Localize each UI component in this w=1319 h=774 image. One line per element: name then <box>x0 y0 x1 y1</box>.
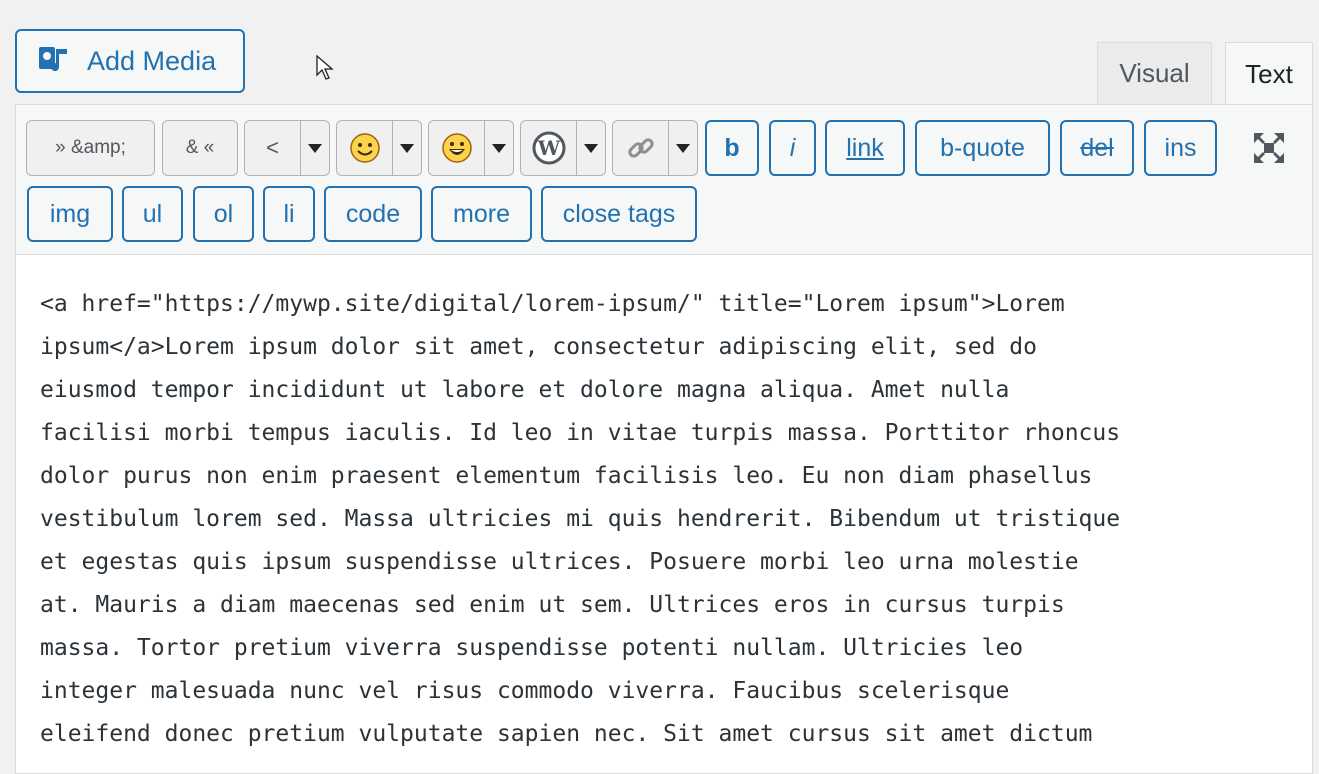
fullscreen-icon[interactable] <box>1251 130 1287 166</box>
mouse-cursor-icon <box>316 55 334 80</box>
li-button[interactable]: li <box>263 186 315 242</box>
link-button[interactable]: link <box>825 120 905 176</box>
img-button[interactable]: img <box>27 186 113 242</box>
chevron-down-icon[interactable] <box>484 121 513 175</box>
ul-button[interactable]: ul <box>122 186 183 242</box>
svg-text:W: W <box>536 136 560 160</box>
content-line: massa. Tortor pretium viverra suspendiss… <box>40 635 1024 661</box>
content-line: dolor purus non enim praesent elementum … <box>40 463 1093 489</box>
grin-icon <box>441 133 472 163</box>
content-line: ipsum</a>Lorem ipsum dolor sit amet, con… <box>40 334 1037 360</box>
chevron-down-icon[interactable] <box>392 121 421 175</box>
italic-button[interactable]: i <box>769 120 816 176</box>
bquote-button[interactable]: b-quote <box>915 120 1050 176</box>
content-line: eleifend donec pretium vulputate sapien … <box>40 721 1093 747</box>
content-line: integer malesuada nunc vel risus commodo… <box>40 678 1010 704</box>
content-line: et egestas quis ipsum suspendisse ultric… <box>40 549 1079 575</box>
chevron-down-icon[interactable] <box>668 121 697 175</box>
link-split-button[interactable] <box>612 120 698 176</box>
del-button[interactable]: del <box>1060 120 1134 176</box>
wordpress-icon: W <box>532 131 565 165</box>
grin-split-button[interactable] <box>428 120 514 176</box>
content-line: facilisi morbi tempus iaculis. Id leo in… <box>40 420 1121 446</box>
smiley-split-button[interactable] <box>336 120 422 176</box>
code-button[interactable]: code <box>324 186 422 242</box>
more-button[interactable]: more <box>431 186 532 242</box>
content-line: eiusmod tempor incididunt ut labore et d… <box>40 377 1010 403</box>
add-media-label: Add Media <box>87 45 217 76</box>
tab-visual[interactable]: Visual <box>1097 42 1212 104</box>
media-icon <box>39 47 67 72</box>
close-tags-button[interactable]: close tags <box>541 186 697 242</box>
content-line: at. Mauris a diam maecenas sed enim ut s… <box>40 592 1065 618</box>
ol-button[interactable]: ol <box>193 186 254 242</box>
bold-button[interactable]: b <box>705 120 759 176</box>
link-chain-icon <box>627 138 654 158</box>
chevron-down-icon[interactable] <box>300 121 329 175</box>
lt-label: < <box>266 135 279 160</box>
add-media-button[interactable]: Add Media <box>15 29 245 93</box>
lt-split-button[interactable]: < <box>244 120 330 176</box>
content-line: vestibulum lorem sed. Massa ultricies mi… <box>40 506 1121 532</box>
content-line: <a href="https://mywp.site/digital/lorem… <box>40 291 1065 317</box>
amp-right-button[interactable]: & « <box>162 120 238 176</box>
content-textarea[interactable]: <a href="https://mywp.site/digital/lorem… <box>15 254 1313 774</box>
ins-button[interactable]: ins <box>1144 120 1217 176</box>
wordpress-split-button[interactable]: W <box>520 120 606 176</box>
tab-text[interactable]: Text <box>1225 42 1313 106</box>
smiley-icon <box>349 133 380 163</box>
amp-left-button[interactable]: » &amp; <box>26 120 155 176</box>
chevron-down-icon[interactable] <box>576 121 605 175</box>
